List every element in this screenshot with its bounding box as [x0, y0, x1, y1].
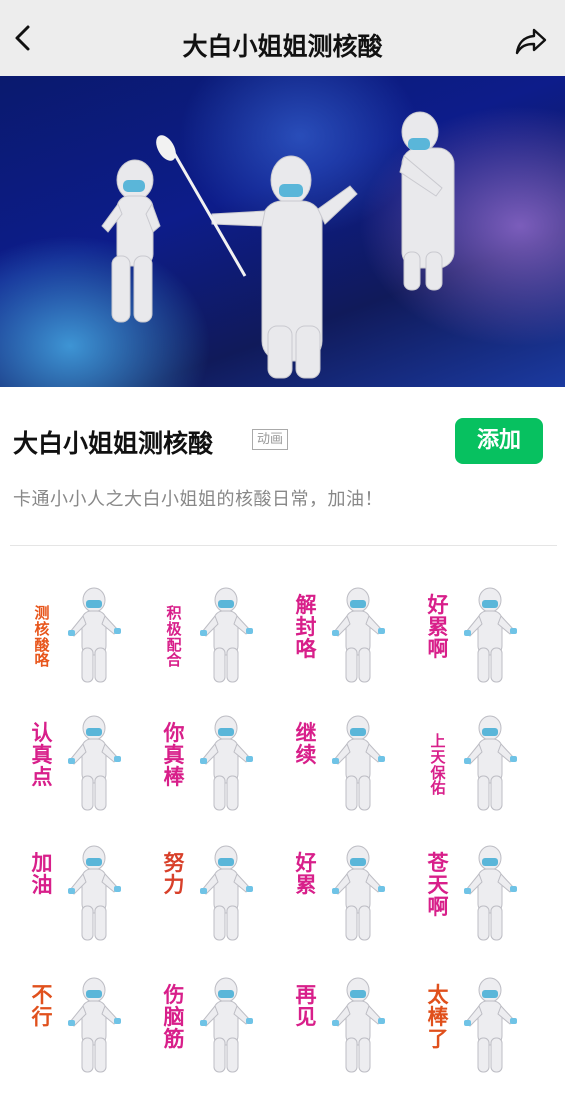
sticker-caption: 再 见	[295, 982, 317, 1030]
banner-figures	[101, 111, 455, 379]
sticker-figure	[464, 587, 517, 683]
sticker-caption: 积 极 配 合	[166, 604, 182, 670]
sticker-pack-name: 大白小姐姐测核酸	[13, 429, 214, 458]
sticker-caption: 解 封 咯	[295, 592, 317, 662]
sticker-figure	[464, 845, 517, 941]
sticker-caption: 上 天 保 佑	[430, 732, 446, 798]
sticker-figure	[200, 715, 253, 811]
sticker-caption: 你 真 棒	[163, 720, 185, 790]
sticker-item[interactable]: 你 真 棒	[152, 708, 272, 818]
sticker-caption: 太 棒 了	[427, 982, 449, 1052]
animated-badge: 动画	[252, 429, 288, 450]
add-button[interactable]: 添加	[455, 418, 543, 464]
sticker-item[interactable]: 上 天 保 佑	[416, 708, 536, 818]
sticker-caption: 伤 脑 筋	[163, 982, 185, 1052]
divider	[10, 545, 557, 546]
sticker-item[interactable]: 加 油	[20, 838, 140, 948]
sticker-figure	[68, 715, 121, 811]
sticker-item[interactable]: 不 行	[20, 970, 140, 1080]
sticker-item[interactable]: 认 真 点	[20, 708, 140, 818]
sticker-item[interactable]: 继 续	[284, 708, 404, 818]
sticker-figure	[68, 977, 121, 1073]
page-title: 大白小姐姐测核酸	[182, 32, 383, 61]
sticker-figure	[464, 977, 517, 1073]
sticker-caption: 好 累	[295, 850, 317, 898]
sticker-item[interactable]: 努 力	[152, 838, 272, 948]
sticker-item[interactable]: 太 棒 了	[416, 970, 536, 1080]
share-icon[interactable]	[514, 26, 548, 56]
sticker-caption: 苍 天 啊	[427, 850, 449, 920]
sticker-figure	[200, 845, 253, 941]
sticker-item[interactable]: 积 极 配 合	[152, 580, 272, 690]
sticker-figure	[332, 977, 385, 1073]
sticker-caption: 努 力	[163, 850, 185, 898]
sticker-caption: 加 油	[31, 850, 53, 898]
sticker-figure	[332, 715, 385, 811]
sticker-figure	[68, 845, 121, 941]
sticker-figure	[200, 587, 253, 683]
sticker-caption: 好 累 啊	[427, 592, 449, 662]
pack-description: 卡通小小人之大白小姐姐的核酸日常，加油！	[13, 489, 383, 510]
top-bar: 大白小姐姐测核酸	[0, 0, 565, 76]
sticker-item[interactable]: 再 见	[284, 970, 404, 1080]
banner-image	[0, 76, 565, 387]
sticker-figure	[68, 587, 121, 683]
sticker-figure	[200, 977, 253, 1073]
sticker-caption: 认 真 点	[31, 720, 53, 790]
sticker-item[interactable]: 好 累 啊	[416, 580, 536, 690]
sticker-grid: 测 核 酸 咯 积 极 配 合 解 封 咯 好 累 啊认 真 点 你 真 棒 继 续 上 天…	[20, 580, 550, 1090]
sticker-figure	[464, 715, 517, 811]
sticker-item[interactable]: 伤 脑 筋	[152, 970, 272, 1080]
sticker-caption: 继 续	[295, 720, 317, 768]
sticker-item[interactable]: 苍 天 啊	[416, 838, 536, 948]
sticker-item[interactable]: 解 封 咯	[284, 580, 404, 690]
sticker-figure	[332, 587, 385, 683]
sticker-caption: 测 核 酸 咯	[34, 604, 50, 670]
sticker-figure	[332, 845, 385, 941]
sticker-item[interactable]: 好 累	[284, 838, 404, 948]
sticker-caption: 不 行	[31, 982, 53, 1030]
sticker-item[interactable]: 测 核 酸 咯	[20, 580, 140, 690]
